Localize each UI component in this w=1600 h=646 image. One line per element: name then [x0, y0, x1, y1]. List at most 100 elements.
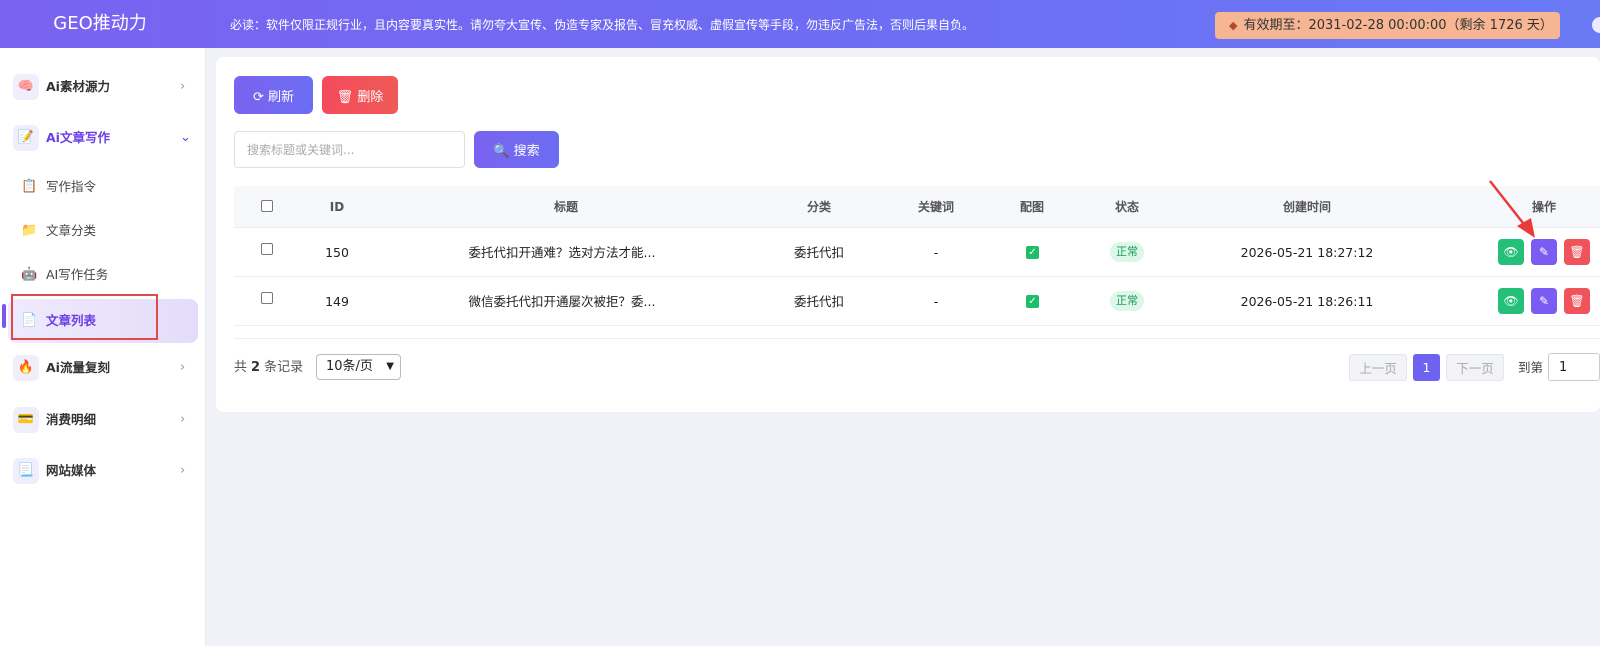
sidebar-item-label: 网站媒体: [46, 463, 97, 478]
table-row: 149 微信委托代扣开通屡次被拒？委... 委托代扣 - ✓ 正常 2026-0…: [234, 277, 1600, 326]
eye-icon: 👁: [1503, 294, 1519, 308]
memo-icon: 📋: [21, 179, 38, 194]
folder-icon: 📁: [21, 223, 38, 238]
trash-icon: 🗑: [336, 89, 358, 105]
pencil-icon: ✎: [1538, 294, 1550, 308]
sidebar-item-ai-traffic[interactable]: 🔥 Ai流量复刻 ›: [0, 346, 206, 390]
row-checkbox[interactable]: [261, 292, 273, 304]
notice-text: 必读：软件仅限正规行业，且内容要真实性。请勿夸大宣传、伪造专家及报告、冒充权威、…: [230, 18, 975, 32]
fire-icon: 🔥: [13, 355, 39, 381]
trash-icon: 🗑: [1569, 245, 1585, 259]
sidebar-item-label: Ai文章写作: [46, 130, 110, 145]
chevron-down-icon: ⌄: [180, 130, 191, 145]
search-button[interactable]: 🔍 搜索: [474, 131, 559, 168]
search-icon: 🔍: [493, 144, 514, 159]
cell-title[interactable]: 微信委托代扣开通屡次被拒？委...: [469, 277, 656, 326]
sidebar-item-label: Ai素材源力: [46, 79, 110, 94]
cell-keywords: -: [933, 294, 939, 309]
cell-category: 委托代扣: [793, 294, 845, 309]
image-check-icon: ✓: [1026, 295, 1039, 308]
sidebar-item-label: Ai流量复刻: [46, 360, 110, 375]
annotation-arrow-icon: [1489, 180, 1535, 238]
user-avatar[interactable]: [1592, 17, 1600, 33]
sidebar-item-billing[interactable]: 💳 消费明细 ›: [0, 398, 206, 442]
sidebar-item-label: AI写作任务: [46, 267, 109, 282]
top-header: GEO推动力 必读：软件仅限正规行业，且内容要真实性。请勿夸大宣传、伪造专家及报…: [0, 0, 1600, 48]
sidebar-item-writing-prompt[interactable]: 📋 写作指令: [0, 165, 206, 209]
cell-keywords: -: [933, 245, 939, 260]
delete-button[interactable]: 🗑 删除: [322, 76, 398, 114]
sidebar: 🧠 Ai素材源力 › 📝 Ai文章写作 ⌄ 📋 写作指令 📁 文章分类 🤖 AI…: [0, 48, 206, 646]
goto-label: 到第: [1518, 360, 1544, 375]
pencil-icon: ✎: [1538, 245, 1550, 259]
expiry-text: 有效期至：2031-02-28 00:00:00（剩余 1726 天）: [1243, 18, 1553, 33]
sidebar-item-ai-material[interactable]: 🧠 Ai素材源力 ›: [0, 65, 206, 109]
status-badge: 正常: [1110, 291, 1144, 311]
status-badge: 正常: [1110, 242, 1144, 262]
column-title: 标题: [553, 200, 579, 214]
column-status: 状态: [1114, 200, 1140, 214]
card-icon: 💳: [13, 407, 39, 433]
robot-icon: 🤖: [21, 267, 38, 282]
edit-button[interactable]: ✎: [1531, 288, 1557, 314]
goto-page-input[interactable]: [1548, 353, 1600, 381]
column-id: ID: [329, 200, 345, 214]
table-header: ID 标题 分类 关键词 配图 状态 创建时间 操作: [234, 186, 1600, 228]
doc-icon: 📃: [13, 458, 39, 484]
cell-title[interactable]: 委托代扣开通难？选对方法才能...: [469, 228, 656, 277]
column-image: 配图: [1019, 200, 1045, 214]
sidebar-item-media[interactable]: 📃 网站媒体 ›: [0, 449, 206, 493]
annotation-highlight-box: [11, 294, 158, 340]
cell-id: 150: [325, 245, 349, 260]
cell-created: 2026-05-21 18:27:12: [1240, 245, 1374, 260]
cell-created: 2026-05-21 18:26:11: [1240, 294, 1374, 309]
view-button[interactable]: 👁: [1498, 288, 1524, 314]
delete-row-button[interactable]: 🗑: [1564, 288, 1590, 314]
sidebar-item-ai-writing[interactable]: 📝 Ai文章写作 ⌄: [0, 116, 206, 160]
table-row: 150 委托代扣开通难？选对方法才能... 委托代扣 - ✓ 正常 2026-0…: [234, 228, 1600, 277]
total-suffix: 条记录: [264, 360, 304, 375]
trash-icon: 🗑: [1569, 294, 1585, 308]
table-bottom-border: [234, 338, 1600, 339]
total-records: 共 2 条记录: [234, 356, 303, 380]
write-icon: 📝: [13, 125, 39, 151]
next-page-button[interactable]: 下一页: [1446, 354, 1504, 381]
sidebar-item-label: 文章分类: [46, 223, 97, 238]
chevron-right-icon: ›: [180, 412, 186, 427]
sidebar-item-label: 消费明细: [46, 412, 97, 427]
column-created: 创建时间: [1282, 200, 1332, 214]
total-prefix: 共: [234, 360, 248, 375]
page-1-button[interactable]: 1: [1413, 354, 1440, 381]
sidebar-item-article-category[interactable]: 📁 文章分类: [0, 209, 206, 253]
active-indicator: [2, 304, 6, 328]
page-size-select[interactable]: 10条/页 ▼: [316, 354, 401, 380]
brain-icon: 🧠: [13, 74, 39, 100]
refresh-label: 刷新: [268, 89, 295, 105]
column-keywords: 关键词: [917, 200, 955, 214]
search-label: 搜索: [513, 144, 540, 159]
search-input[interactable]: [234, 131, 465, 168]
select-all-checkbox[interactable]: [261, 200, 273, 212]
delete-row-button[interactable]: 🗑: [1564, 239, 1590, 265]
chevron-down-icon: ▼: [386, 361, 394, 372]
row-checkbox[interactable]: [261, 243, 273, 255]
chevron-right-icon: ›: [180, 79, 186, 94]
app-logo[interactable]: GEO推动力: [0, 0, 200, 48]
diamond-icon: ◆: [1229, 19, 1238, 32]
cell-id: 149: [325, 294, 349, 309]
expiry-badge: ◆ 有效期至：2031-02-28 00:00:00（剩余 1726 天）: [1215, 12, 1560, 39]
sidebar-item-label: 写作指令: [46, 179, 97, 194]
page-size-value: 10条/页: [326, 359, 373, 374]
refresh-button[interactable]: ⟳ 刷新: [234, 76, 313, 114]
column-category: 分类: [806, 200, 832, 214]
cell-category: 委托代扣: [793, 245, 845, 260]
refresh-icon: ⟳: [252, 89, 268, 105]
delete-label: 删除: [357, 89, 384, 105]
chevron-right-icon: ›: [180, 360, 186, 375]
eye-icon: 👁: [1503, 245, 1519, 259]
chevron-right-icon: ›: [180, 463, 186, 478]
total-count: 2: [251, 360, 261, 375]
image-check-icon: ✓: [1026, 246, 1039, 259]
prev-page-button[interactable]: 上一页: [1349, 354, 1407, 381]
sidebar-item-ai-writing-task[interactable]: 🤖 AI写作任务: [0, 253, 206, 297]
